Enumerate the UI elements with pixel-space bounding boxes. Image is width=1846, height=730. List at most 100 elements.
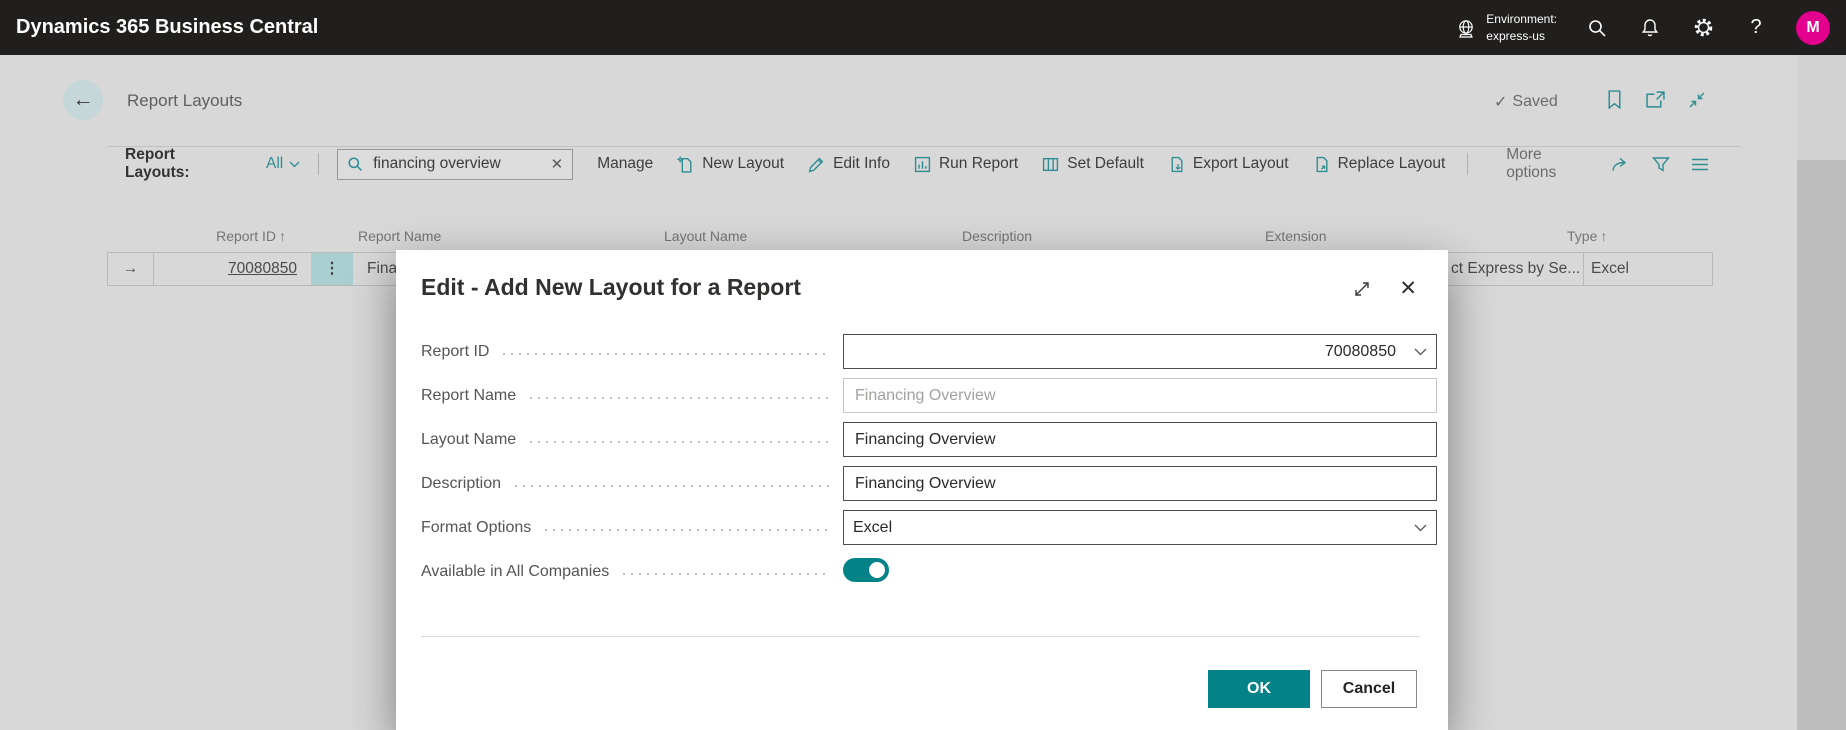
dialog-header: Edit - Add New Layout for a Report ✕ [421, 274, 1437, 301]
search-box: ✕ [337, 149, 573, 180]
topbar-right: Environment: express-us [1455, 11, 1830, 45]
topbar: Dynamics 365 Business Central Environmen… [0, 0, 1846, 55]
notifications-bell-icon[interactable] [1637, 15, 1663, 41]
toolbar-divider [318, 153, 319, 175]
back-arrow-icon: ← [73, 88, 94, 112]
column-header-type[interactable]: Type↑ [1567, 228, 1607, 244]
dialog-title: Edit - Add New Layout for a Report [421, 274, 801, 301]
manage-button[interactable]: Manage [597, 155, 653, 173]
column-header-report-id[interactable]: Report ID↑ [180, 228, 286, 244]
user-avatar[interactable]: M [1796, 11, 1830, 45]
type-cell: Excel [1591, 253, 1629, 285]
app-title[interactable]: Dynamics 365 Business Central [16, 16, 318, 39]
report-name-label: Report Name [421, 387, 516, 405]
toggle-knob [869, 562, 885, 578]
replace-layout-button[interactable]: Replace Layout [1313, 155, 1446, 173]
settings-gear-icon[interactable] [1690, 15, 1716, 41]
collapse-icon[interactable] [1688, 91, 1706, 109]
new-layout-icon [677, 156, 694, 173]
new-layout-button[interactable]: New Layout [677, 155, 784, 173]
dotted-leader [515, 485, 829, 487]
clear-search-icon[interactable]: ✕ [551, 155, 564, 173]
search-input[interactable] [371, 154, 542, 174]
description-label: Description [421, 475, 501, 493]
chevron-down-icon [1414, 524, 1427, 532]
available-all-companies-label: Available in All Companies [421, 563, 609, 581]
expand-dialog-icon[interactable] [1353, 280, 1371, 298]
available-all-companies-toggle[interactable] [843, 558, 889, 582]
column-header-description[interactable]: Description [962, 228, 1032, 244]
field-report-id: Report ID [421, 334, 1437, 369]
report-id-dropdown [843, 334, 1437, 369]
edit-info-button[interactable]: Edit Info [808, 155, 890, 173]
row-open-arrow[interactable]: → [108, 253, 154, 285]
close-dialog-icon[interactable]: ✕ [1399, 278, 1417, 299]
description-field [843, 466, 1437, 501]
filter-all-dropdown[interactable]: All [266, 155, 300, 173]
run-report-icon [914, 156, 931, 173]
replace-icon [1313, 156, 1330, 173]
field-description: Description [421, 466, 1437, 501]
dotted-leader [503, 353, 829, 355]
row-menu-cell[interactable]: ⋮ [311, 253, 353, 285]
page-title: Report Layouts [127, 91, 242, 111]
toolbar-divider [1467, 153, 1468, 175]
column-header-report-name[interactable]: Report Name [358, 228, 441, 244]
dotted-leader [530, 397, 829, 399]
sort-asc-icon: ↑ [1600, 228, 1607, 244]
export-layout-button[interactable]: Export Layout [1168, 155, 1289, 173]
report-name-cell: Fina [360, 253, 397, 285]
vertical-scrollbar[interactable] [1797, 55, 1846, 730]
edit-layout-dialog: Edit - Add New Layout for a Report ✕ Rep… [396, 250, 1448, 730]
report-name-field [843, 378, 1437, 413]
dialog-buttons: OK Cancel [1208, 670, 1417, 708]
search-icon[interactable] [1584, 15, 1610, 41]
open-in-window-icon[interactable] [1646, 91, 1665, 108]
back-button[interactable]: ← [63, 80, 103, 120]
column-header-extension[interactable]: Extension [1265, 228, 1326, 244]
cell-divider [1583, 253, 1584, 285]
columns-icon [1042, 156, 1059, 173]
extension-cell: ct Express by Se... [1451, 253, 1581, 285]
environment-text: Environment: express-us [1486, 11, 1557, 43]
column-header-layout-name[interactable]: Layout Name [664, 228, 747, 244]
dotted-leader [545, 529, 829, 531]
format-options-select[interactable]: Excel [843, 510, 1437, 545]
description-input[interactable] [853, 474, 1427, 494]
run-report-button[interactable]: Run Report [914, 155, 1018, 173]
report-name-input [853, 386, 1427, 406]
search-icon [347, 156, 363, 172]
report-id-input[interactable] [853, 342, 1414, 362]
environment-name: express-us [1486, 28, 1557, 44]
toolbar: Report Layouts: All ✕ Manage New Layout [107, 147, 1709, 181]
environment-selector[interactable]: Environment: express-us [1455, 11, 1557, 43]
dotted-leader [530, 441, 829, 443]
dialog-form: Report ID Report Name [421, 334, 1437, 589]
globe-icon [1455, 17, 1477, 39]
layout-name-field [843, 422, 1437, 457]
report-id-link[interactable]: 70080850 [228, 260, 297, 277]
filter-funnel-icon[interactable] [1652, 156, 1670, 173]
cancel-button[interactable]: Cancel [1321, 670, 1417, 708]
report-id-cell: 70080850 [153, 253, 311, 285]
pencil-icon [808, 156, 825, 173]
toolbar-right-icons [1611, 156, 1709, 173]
scrollbar-thumb[interactable] [1797, 160, 1846, 730]
field-report-name: Report Name [421, 378, 1437, 413]
list-view-icon[interactable] [1691, 157, 1709, 172]
field-layout-name: Layout Name [421, 422, 1437, 457]
set-default-button[interactable]: Set Default [1042, 155, 1144, 173]
page-header-icons [1606, 90, 1706, 109]
export-icon [1168, 156, 1185, 173]
chevron-down-icon [289, 161, 300, 168]
help-icon[interactable]: ? [1743, 15, 1769, 41]
ok-button[interactable]: OK [1208, 670, 1310, 708]
dotted-leader [623, 573, 829, 575]
environment-label: Environment: [1486, 11, 1557, 27]
bookmark-icon[interactable] [1606, 90, 1623, 109]
more-options-button[interactable]: More options [1506, 146, 1593, 182]
share-icon[interactable] [1611, 156, 1631, 173]
chevron-down-icon [1414, 348, 1427, 356]
format-options-label: Format Options [421, 519, 531, 537]
layout-name-input[interactable] [853, 430, 1427, 450]
